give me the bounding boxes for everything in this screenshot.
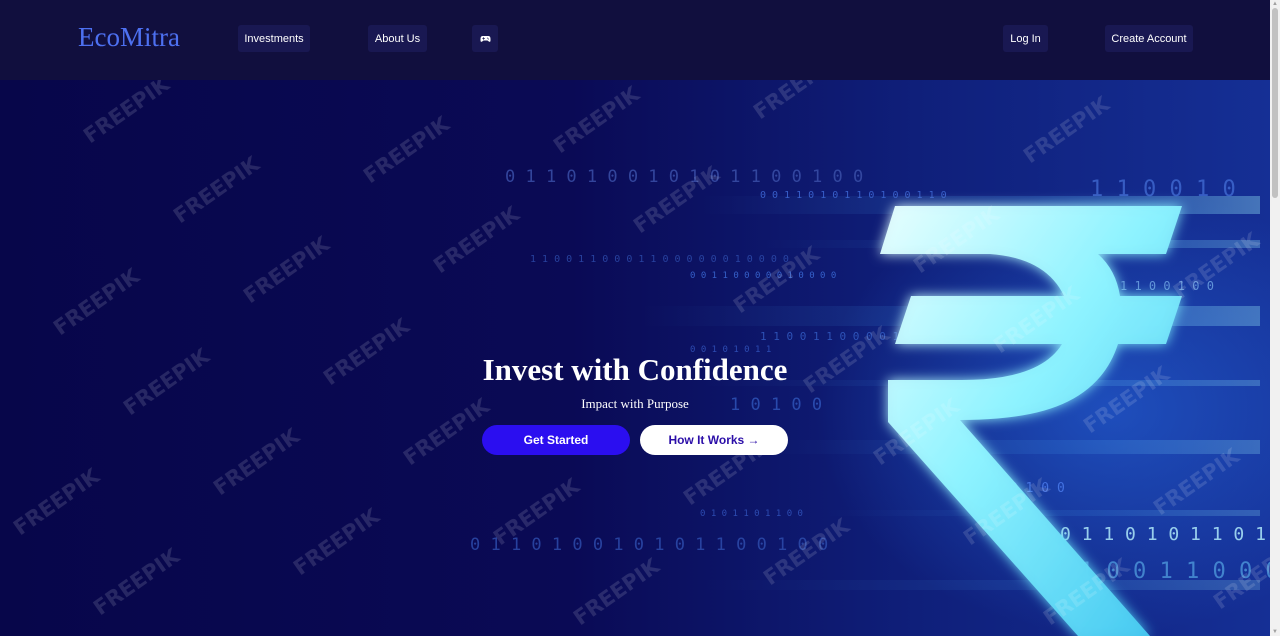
login-button[interactable]: Log In xyxy=(1003,25,1048,52)
watermark-text: FREEPIK xyxy=(49,263,144,340)
create-account-button[interactable]: Create Account xyxy=(1105,25,1193,52)
watermark-text: FREEPIK xyxy=(749,80,844,124)
top-navbar: EcoMitra Investments About Us Log In Cre… xyxy=(0,0,1270,80)
binary-digits-row: 0 1 1 0 1 0 1 1 0 1 0 0 xyxy=(1060,524,1270,545)
hero-subtitle: Impact with Purpose xyxy=(581,396,689,411)
hero-section: 0 1 1 0 1 0 0 1 0 1 0 1 1 0 0 1 0 0 0 0 … xyxy=(0,80,1270,636)
watermark-text: FREEPIK xyxy=(9,463,104,540)
watermark-text: FREEPIK xyxy=(569,553,664,630)
binary-digits-row: 0 1 1 0 1 0 0 1 0 1 0 1 1 0 0 1 0 0 xyxy=(470,535,828,555)
binary-digits-row: 0 1 0 1 1 0 1 1 0 0 xyxy=(700,509,803,519)
brand-logo[interactable]: EcoMitra xyxy=(78,22,180,53)
watermark-text: FREEPIK xyxy=(1019,91,1114,168)
nav-game-button[interactable] xyxy=(472,25,498,52)
watermark-text: FREEPIK xyxy=(1169,227,1264,304)
nav-about-button[interactable]: About Us xyxy=(368,25,427,52)
binary-digits-row: 1 1 0 0 1 1 0 0 0 1 1 0 0 0 0 0 0 1 0 0 … xyxy=(530,254,789,265)
how-it-works-button[interactable]: How It Works → xyxy=(640,425,788,455)
watermark-text: FREEPIK xyxy=(79,80,174,148)
watermark-text: FREEPIK xyxy=(239,231,334,308)
watermark-text: FREEPIK xyxy=(429,201,524,278)
watermark-text: FREEPIK xyxy=(359,111,454,188)
gamepad-icon xyxy=(480,35,490,42)
watermark-text: FREEPIK xyxy=(209,423,304,500)
binary-digits-row: 0 0 1 1 0 1 0 1 1 0 1 0 0 1 1 0 xyxy=(760,190,947,201)
hero-title: Invest with Confidence xyxy=(482,352,788,387)
watermark-text: FREEPIK xyxy=(1149,443,1244,520)
watermark-text: FREEPIK xyxy=(289,503,384,580)
watermark-text: FREEPIK xyxy=(169,151,264,228)
scroll-up-arrow-icon[interactable]: ▲ xyxy=(1271,0,1279,8)
watermark-text: FREEPIK xyxy=(89,543,184,620)
watermark-text: FREEPIK xyxy=(549,81,644,158)
scrollbar-thumb[interactable] xyxy=(1272,8,1278,198)
get-started-button[interactable]: Get Started xyxy=(482,425,630,455)
nav-investments-button[interactable]: Investments xyxy=(238,25,310,52)
scroll-down-arrow-icon[interactable]: ▼ xyxy=(1271,628,1279,636)
page-scrollbar[interactable]: ▲ ▼ xyxy=(1270,0,1280,636)
binary-digits-row: 1 1 0 0 1 0 xyxy=(1090,177,1236,202)
